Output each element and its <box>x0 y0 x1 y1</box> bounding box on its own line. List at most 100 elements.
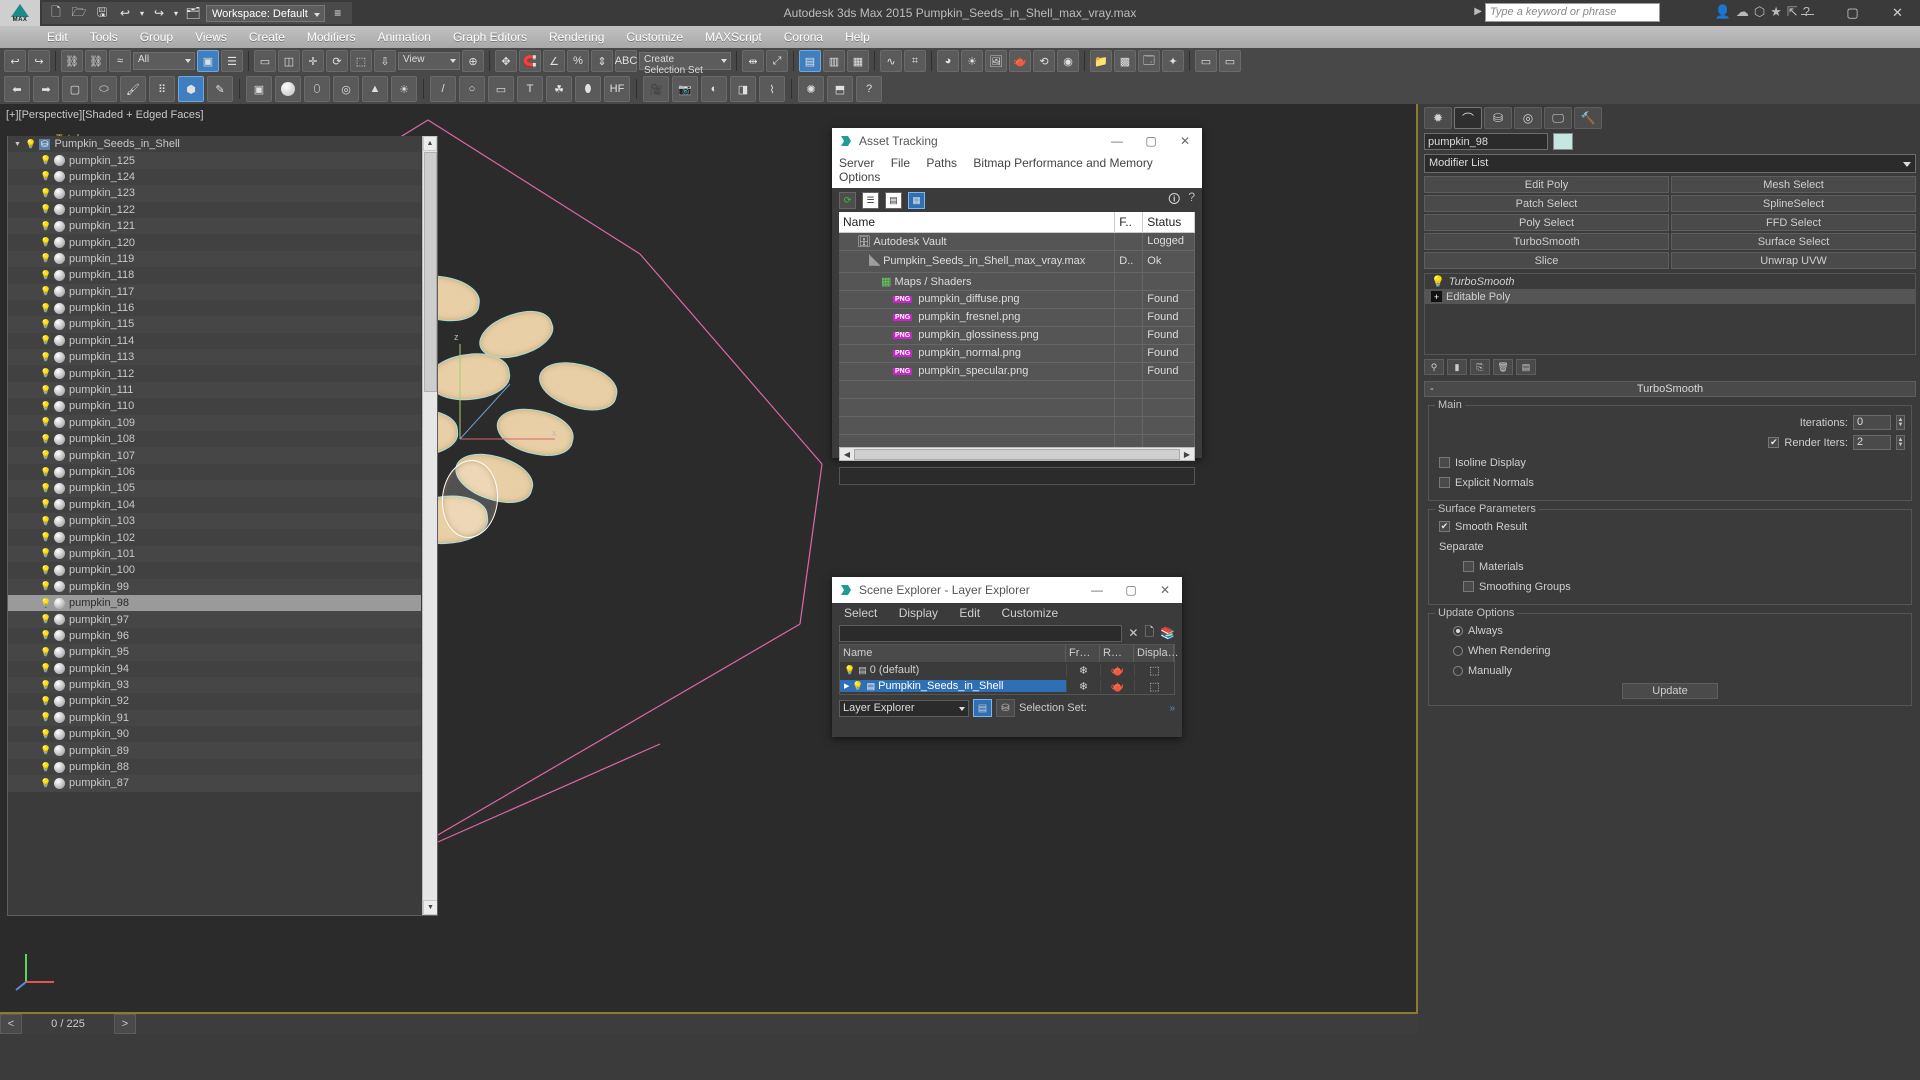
cylinder-tool-icon[interactable]: ⬭ <box>91 76 117 102</box>
qat-overflow-icon[interactable]: ≡ <box>328 4 348 22</box>
at-col-status[interactable]: Status <box>1142 212 1195 233</box>
lightbulb-icon[interactable]: 💡 <box>40 729 51 740</box>
shape-circle-icon[interactable]: ○ <box>459 76 485 102</box>
list-item[interactable]: ▶ 💡 ▤ Pumpkin_Seeds_in_Shell ❄ 🫖 ⬚ <box>840 678 1174 694</box>
material-editor-icon[interactable]: ◕ <box>937 50 959 72</box>
select-and-manipulate-icon[interactable]: ✥ <box>495 50 517 72</box>
unlink-icon[interactable]: ⛓ <box>85 50 107 72</box>
node-row[interactable]: 💡 pumpkin_120 <box>8 234 421 251</box>
menu-item-group[interactable]: Group <box>129 30 184 44</box>
node-row[interactable]: 💡 pumpkin_87 <box>8 775 421 792</box>
node-row[interactable]: 💡 pumpkin_100 <box>8 562 421 579</box>
detail-view-icon[interactable]: ▤ <box>885 191 902 209</box>
update-always-radio[interactable] <box>1453 625 1463 636</box>
select-from-scene-vscrollbar[interactable]: ▲ ▼ <box>422 136 437 915</box>
reference-coordinate-system[interactable]: View <box>398 52 460 70</box>
node-row[interactable]: 💡 pumpkin_104 <box>8 496 421 513</box>
select-and-place-icon[interactable]: ⇩ <box>374 50 396 72</box>
lightbulb-icon[interactable]: 💡 <box>40 565 51 576</box>
use-pivot-center-icon[interactable]: ⊕ <box>462 50 484 72</box>
expand-arrow-icon[interactable]: ▶ <box>844 682 849 690</box>
table-row[interactable]: PNG pumpkin_glossiness.png Found <box>839 326 1195 345</box>
se-menu-edit[interactable]: Edit <box>959 606 980 620</box>
lightbulb-icon[interactable]: 💡 <box>40 319 51 330</box>
favorite-icon[interactable]: ★ <box>1770 4 1782 20</box>
primitive-torus-icon[interactable]: ◎ <box>333 76 359 102</box>
lightbulb-icon[interactable]: 💡 <box>40 712 51 723</box>
lightbulb-icon[interactable]: 💡 <box>40 762 51 773</box>
arrow-right-icon[interactable]: ➡ <box>33 76 59 102</box>
node-row-root[interactable]: ▼ 💡 ⛁ Pumpkin_Seeds_in_Shell <box>8 136 421 153</box>
menu-item-maxscript[interactable]: MAXScript <box>694 30 773 44</box>
window-crossing-icon[interactable]: ◫ <box>278 50 300 72</box>
help-tool-icon[interactable]: ? <box>856 76 882 102</box>
lightbulb-icon[interactable]: 💡 <box>40 155 51 166</box>
at-menu-server[interactable]: Server <box>839 156 874 170</box>
lightbulb-icon[interactable]: 💡 <box>40 385 51 396</box>
lightbulb-icon[interactable]: 💡 <box>40 499 51 510</box>
rollout-collapse-icon[interactable]: - <box>1430 382 1434 396</box>
modify-tab[interactable]: ⌒ <box>1454 107 1482 129</box>
spinner-snap-icon[interactable]: ⇕ <box>591 50 613 72</box>
camera-target-icon[interactable]: 🎥 <box>643 76 669 102</box>
node-row[interactable]: 💡 pumpkin_106 <box>8 463 421 481</box>
corona-proxy-icon[interactable]: ⬒ <box>827 76 853 102</box>
render-iters-value[interactable]: 2 <box>1853 435 1891 450</box>
se-col-name[interactable]: Name <box>840 645 1066 662</box>
modifier-surface-select[interactable]: Surface Select <box>1671 233 1916 250</box>
stack-item-turbosmooth[interactable]: 💡 TurboSmooth <box>1425 274 1915 289</box>
scene-explorer-search-input[interactable] <box>839 624 1123 642</box>
render-iters-checkbox[interactable]: ✔ <box>1768 437 1780 448</box>
open-explorer-icon[interactable]: 🗔 <box>1138 50 1160 72</box>
undo-tool-icon[interactable]: ↩ <box>4 50 26 72</box>
modifier-spline-select[interactable]: SplineSelect <box>1671 195 1916 212</box>
node-row[interactable]: 💡 pumpkin_108 <box>8 431 421 448</box>
display-box-icon[interactable]: ⬚ <box>1134 679 1174 693</box>
menu-item-graph-editors[interactable]: Graph Editors <box>442 30 538 44</box>
extra-tool-1-icon[interactable]: ▭ <box>1195 50 1217 72</box>
select-from-scene-dialog[interactable]: Select From Scene ✕ Select Display Custo… <box>0 0 445 977</box>
menu-item-animation[interactable]: Animation <box>367 30 442 44</box>
prev-frame-button[interactable]: < <box>0 1014 22 1034</box>
node-row[interactable]: 💡 pumpkin_89 <box>8 742 421 759</box>
scroll-up-icon[interactable]: ▲ <box>423 136 437 151</box>
asset-tracking-hscrollbar[interactable]: ◀ ▶ <box>839 447 1195 461</box>
modifier-turbosmooth[interactable]: TurboSmooth <box>1424 233 1669 250</box>
expand-plus-icon[interactable]: + <box>1431 291 1442 302</box>
select-and-scale-icon[interactable]: ⬚ <box>350 50 372 72</box>
table-row[interactable]: PNG pumpkin_normal.png Found <box>839 344 1195 363</box>
table-view-icon[interactable]: ▦ <box>908 191 925 209</box>
node-row[interactable]: 💡 pumpkin_113 <box>8 349 421 366</box>
at-col-name[interactable]: Name <box>839 212 1116 233</box>
menu-item-corona[interactable]: Corona <box>773 30 834 44</box>
lightbulb-icon[interactable]: 💡 <box>40 647 51 658</box>
node-row[interactable]: 💡 pumpkin_118 <box>8 267 421 284</box>
node-row[interactable]: 💡 pumpkin_121 <box>8 217 421 235</box>
menu-item-customize[interactable]: Customize <box>615 30 694 44</box>
smooth-result-checkbox[interactable]: ✔ <box>1439 521 1450 532</box>
pin-stack-icon[interactable]: ⚲ <box>1424 359 1444 375</box>
lightbulb-icon[interactable]: 💡 <box>40 270 51 281</box>
node-row[interactable]: 💡 pumpkin_116 <box>8 299 421 317</box>
node-row[interactable]: 💡 pumpkin_117 <box>8 283 421 300</box>
se-menu-customize[interactable]: Customize <box>1001 606 1058 620</box>
arrow-left-icon[interactable]: ⬅ <box>4 76 30 102</box>
table-row[interactable]: ▦ Maps / Shaders <box>839 272 1195 291</box>
modifier-patch-select[interactable]: Patch Select <box>1424 195 1669 212</box>
modifier-slice[interactable]: Slice <box>1424 252 1669 269</box>
se-col-freeze[interactable]: Fr… <box>1066 645 1100 662</box>
toggle-scene-explorer-icon[interactable]: ▤ <box>799 50 821 72</box>
primitive-cylinder-icon[interactable]: ⬯ <box>304 76 330 102</box>
make-unique-icon[interactable]: ⎘ <box>1470 359 1490 375</box>
align-icon[interactable]: ⤢ <box>766 50 788 72</box>
select-and-rotate-icon[interactable]: ⟳ <box>326 50 348 72</box>
shape-line-icon[interactable]: / <box>430 76 456 102</box>
modifier-ffd-select[interactable]: FFD Select <box>1671 214 1916 231</box>
node-row[interactable]: 💡 pumpkin_99 <box>8 578 421 595</box>
menu-item-create[interactable]: Create <box>238 30 296 44</box>
lightbulb-icon[interactable]: 💡 <box>40 630 51 641</box>
new-file-icon[interactable]: 🗋 <box>46 4 66 22</box>
camera-free-icon[interactable]: 📷 <box>672 76 698 102</box>
asset-tracking-close-button[interactable]: ✕ <box>1168 128 1202 154</box>
curve-editor-icon[interactable]: ∿ <box>880 50 902 72</box>
